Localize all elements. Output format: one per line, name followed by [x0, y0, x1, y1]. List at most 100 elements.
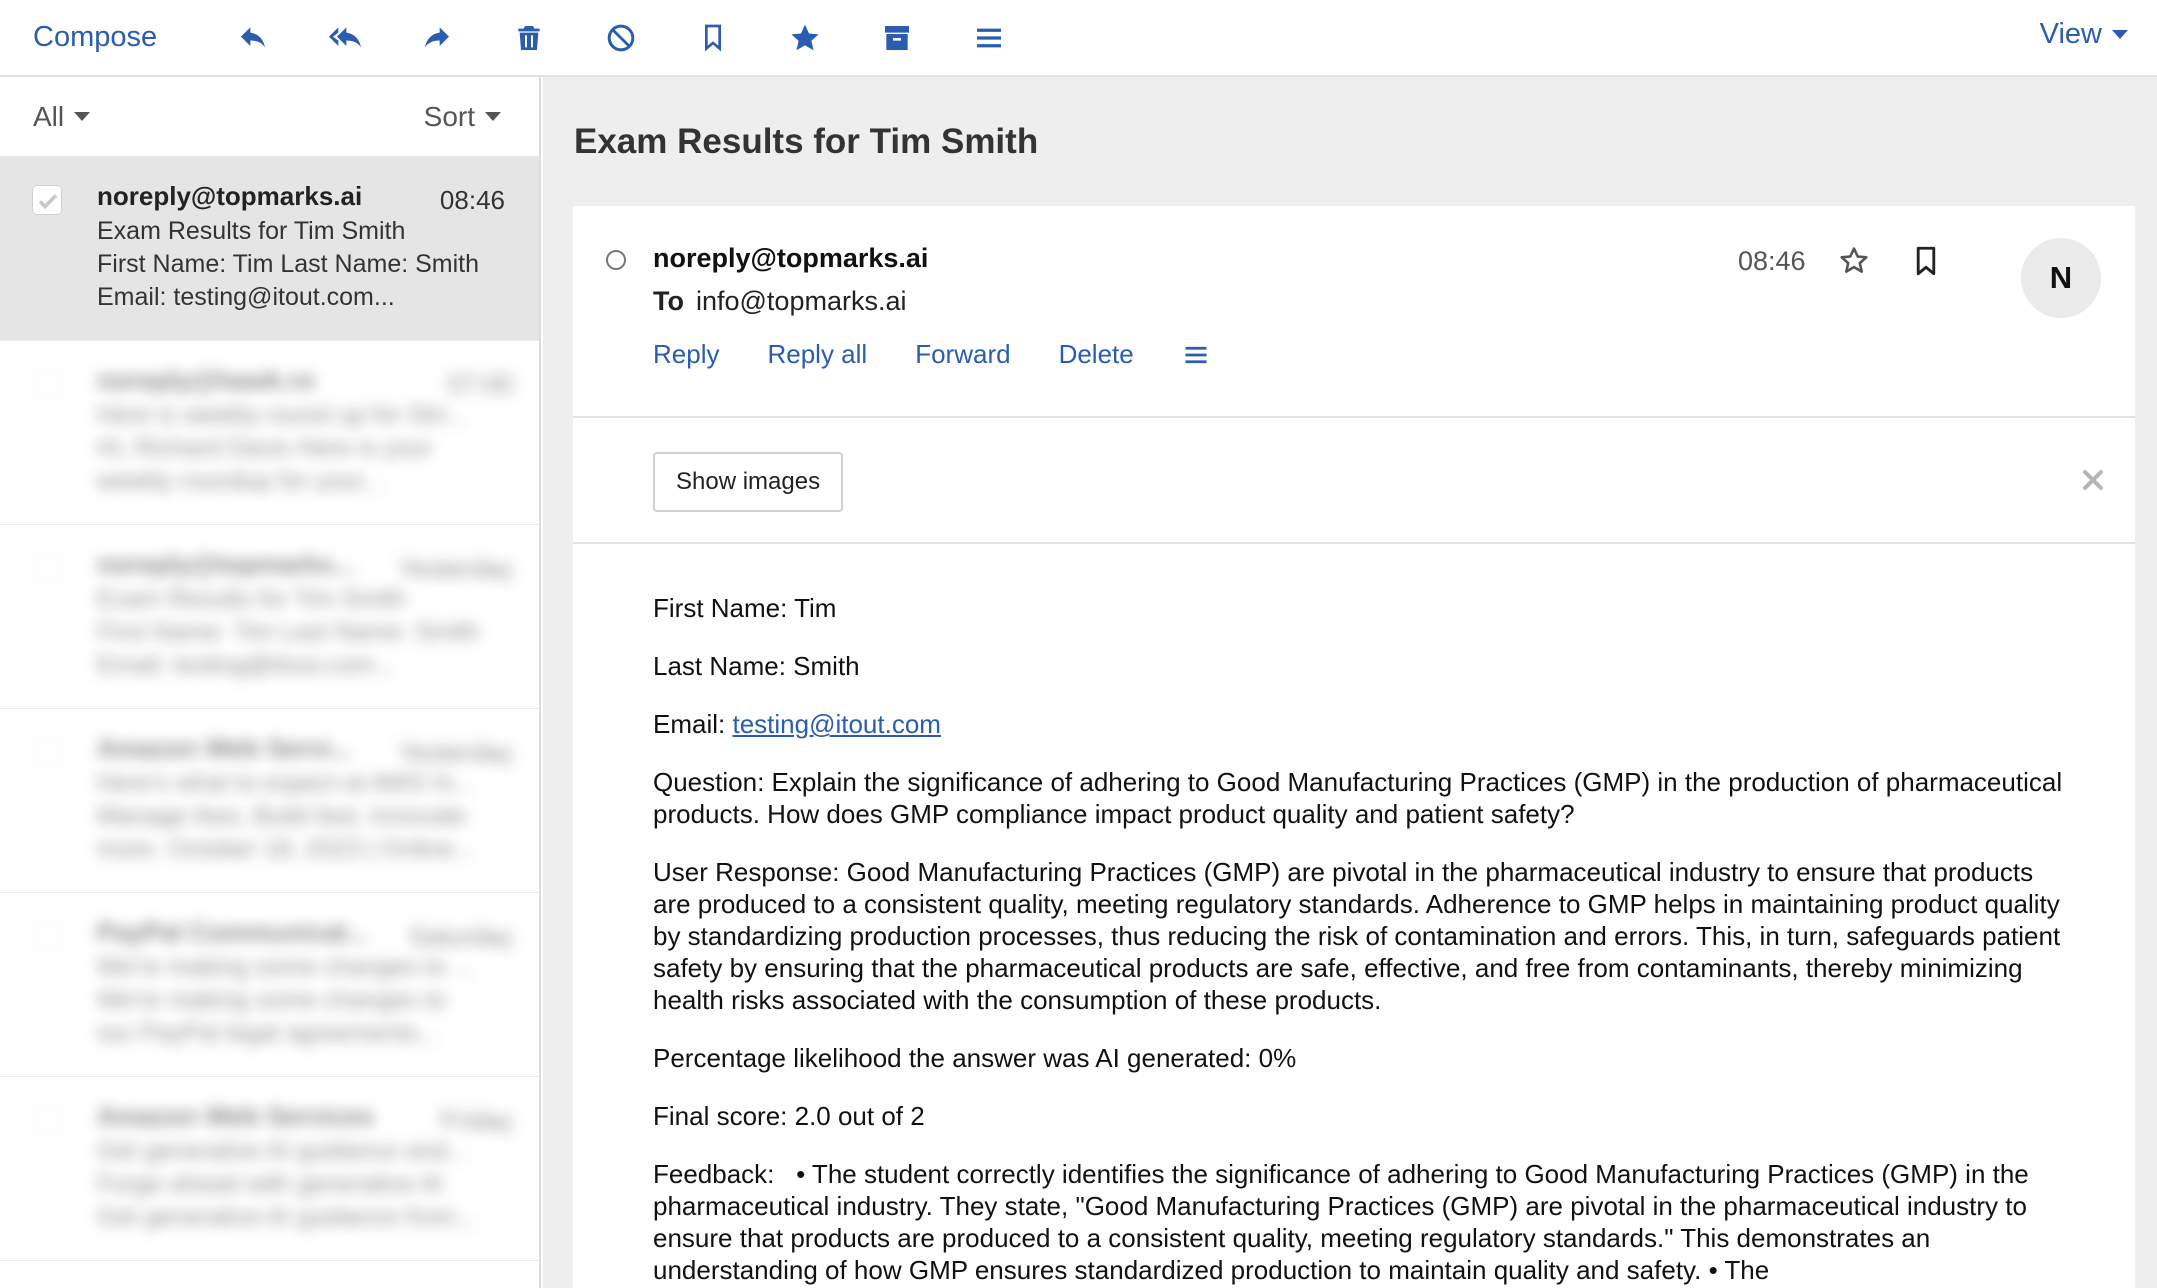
more-menu-icon[interactable] — [1182, 341, 1210, 369]
message-checkbox[interactable] — [32, 185, 62, 215]
message-sender: Amazon Web Servi... — [97, 733, 353, 763]
email-link[interactable]: testing@itout.com — [732, 709, 940, 739]
sort-dropdown[interactable]: Sort — [424, 101, 501, 133]
forward-icon[interactable] — [391, 8, 483, 68]
trash-icon[interactable] — [483, 8, 575, 68]
message-item[interactable]: Amazon Web Services Friday Get generativ… — [0, 1077, 539, 1261]
message-checkbox[interactable] — [32, 737, 62, 767]
view-label: View — [2039, 18, 2102, 50]
message-preview: First Name: Tim Last Name: Smith — [97, 250, 480, 278]
message-subject: Exam Results for Tim Smith — [97, 217, 406, 245]
star-icon[interactable] — [1837, 244, 1871, 278]
delete-button[interactable]: Delete — [1059, 339, 1134, 370]
message-item[interactable]: Amazon Web Servi... Yesterday Here's wha… — [0, 709, 539, 893]
compose-button[interactable]: Compose — [33, 21, 157, 54]
body-last-name: Last Name: Smith — [653, 651, 860, 681]
message-sender: noreply@topmarks.ai — [97, 181, 363, 211]
message-item[interactable]: noreply@topmarks.ai 08:46 Exam Results f… — [0, 157, 539, 341]
message-sender: PayPal Communicat... — [97, 917, 369, 947]
message-time: Friday — [440, 1105, 513, 1135]
reply-icon[interactable] — [207, 8, 299, 68]
message-sender: noreply@topmarks... — [97, 549, 355, 579]
forward-button[interactable]: Forward — [915, 339, 1010, 370]
block-icon[interactable] — [575, 8, 667, 68]
body-user-response: User Response: Good Manufacturing Practi… — [653, 857, 2061, 1015]
message-preview: more. October 18, 2023 | Online... — [97, 835, 475, 863]
select-radio[interactable] — [606, 250, 626, 270]
message-preview: our PayPal legal agreements... — [97, 1019, 439, 1047]
menu-icon[interactable] — [943, 8, 1035, 68]
chevron-down-icon — [485, 112, 501, 121]
blurred-content: noreply@hawk.ro 07:00 Here is weekly rou… — [32, 363, 513, 498]
message-sender: noreply@hawk.ro — [97, 365, 315, 395]
message-subject: Exam Results for Tim Smith — [97, 585, 406, 613]
message-checkbox[interactable] — [32, 369, 62, 399]
email-time: 08:46 — [1738, 246, 1806, 276]
blurred-content: Amazon Web Servi... Yesterday Here's wha… — [32, 731, 513, 866]
reply-button[interactable]: Reply — [653, 339, 719, 370]
message-subject: We're making some changes to ... — [97, 953, 474, 981]
message-checkbox[interactable] — [32, 1105, 62, 1135]
message-preview: First Name: Tim Last Name: Smith — [97, 618, 480, 646]
message-subject: Here is weekly round up for Stri... — [97, 401, 467, 429]
top-toolbar: Compose View — [0, 0, 2157, 77]
toolbar-actions — [207, 8, 1035, 68]
body-question: Question: Explain the significance of ad… — [653, 767, 2063, 829]
body-first-name: First Name: Tim — [653, 593, 837, 623]
archive-icon[interactable] — [851, 8, 943, 68]
message-subject: Get generative AI guidance and... — [97, 1137, 469, 1165]
bookmark-icon[interactable] — [1909, 244, 1943, 278]
view-menu-button[interactable]: View — [2040, 18, 2128, 51]
body-ai-likelihood: Percentage likelihood the answer was AI … — [653, 1043, 1297, 1073]
reply-all-icon[interactable] — [299, 8, 391, 68]
email-recipient: info@topmarks.ai — [695, 286, 907, 316]
mail-app: Compose View All Sort noreply@topmarks.a… — [0, 0, 2157, 1288]
message-preview: Email: testing@itout.com... — [97, 283, 395, 311]
blurred-content: PayPal Communicat... Saturday We're maki… — [32, 915, 513, 1050]
message-item[interactable]: noreply@hawk.ro 07:00 Here is weekly rou… — [0, 341, 539, 525]
message-time: 08:46 — [439, 185, 505, 215]
message-preview: Hi, Richard Davis Here is your — [97, 434, 432, 462]
chevron-down-icon — [2112, 30, 2128, 39]
email-card: noreply@topmarks.ai To info@topmarks.ai 0… — [573, 206, 2135, 1288]
message-checkbox[interactable] — [32, 553, 62, 583]
message-time: Yesterday — [398, 737, 513, 767]
filter-dropdown[interactable]: All — [33, 100, 91, 133]
body-feedback: Feedback: • The student correctly identi… — [653, 1159, 2036, 1285]
body-email-line: Email: testing@itout.com — [653, 708, 2075, 740]
avatar: N — [2021, 238, 2101, 318]
message-preview: Email: testing@itout.com... — [97, 651, 395, 679]
message-item[interactable]: noreply@topmarks... Yesterday Exam Resul… — [0, 525, 539, 709]
message-time: Yesterday — [398, 553, 513, 583]
message-preview: weekly roundup for your... — [97, 467, 384, 495]
to-label: To — [653, 286, 684, 316]
email-recipient-line: To info@topmarks.ai — [653, 286, 906, 317]
email-header: noreply@topmarks.ai To info@topmarks.ai 0… — [573, 206, 2135, 418]
reading-pane: Exam Results for Tim Smith noreply@topma… — [543, 77, 2157, 1288]
message-preview: Get generative AI guidance from... — [97, 1203, 477, 1231]
message-checkbox[interactable] — [32, 921, 62, 951]
email-actions: Reply Reply all Forward Delete — [653, 339, 1210, 370]
close-icon[interactable] — [2081, 468, 2105, 492]
chevron-down-icon — [74, 112, 91, 121]
body-email-label: Email: — [653, 709, 733, 739]
message-preview: Forge ahead with generative AI — [97, 1170, 444, 1198]
blurred-content: Amazon Web Services Friday Get generativ… — [32, 1099, 513, 1234]
message-item[interactable]: PayPal Communicat... Saturday We're maki… — [0, 893, 539, 1077]
message-preview: Manage Aws, Build fast, Innovate — [97, 802, 467, 830]
filter-label: All — [33, 100, 65, 132]
email-subject: Exam Results for Tim Smith — [574, 122, 1039, 161]
blurred-content: noreply@topmarks... Yesterday Exam Resul… — [32, 547, 513, 682]
show-images-button[interactable]: Show images — [653, 452, 844, 512]
body-final-score: Final score: 2.0 out of 2 — [653, 1101, 925, 1131]
message-subject: Here's what to expect at AWS In... — [97, 769, 475, 797]
message-time: 07:00 — [447, 369, 513, 399]
message-sender: Amazon Web Services — [97, 1101, 374, 1131]
message-time: Saturday — [408, 921, 513, 951]
reply-all-button[interactable]: Reply all — [767, 339, 867, 370]
email-body: First Name: Tim Last Name: Smith Email: … — [573, 544, 2135, 1286]
bookmark-icon[interactable] — [667, 8, 759, 68]
filter-bar: All Sort — [0, 77, 539, 157]
star-icon[interactable] — [759, 8, 851, 68]
email-sender: noreply@topmarks.ai — [653, 243, 929, 273]
